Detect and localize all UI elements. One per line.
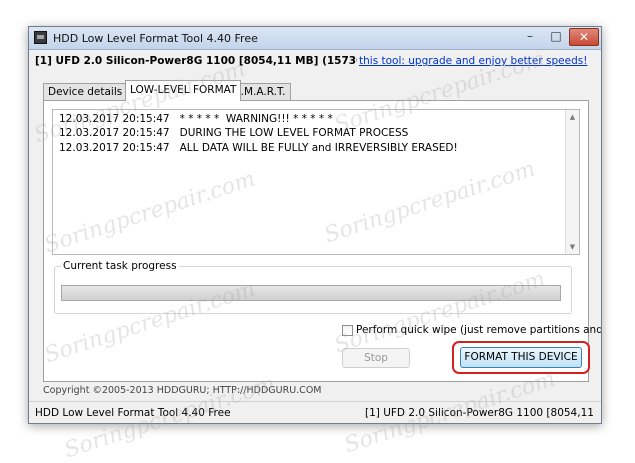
tab-low-level-format[interactable]: LOW-LEVEL FORMAT (125, 80, 242, 101)
status-app-name: HDD Low Level Format Tool 4.40 Free (35, 407, 231, 419)
log-line: 12.03.2017 20:15:47 DURING THE LOW LEVEL… (59, 127, 409, 140)
copyright-text: Copyright ©2005-2013 HDDGURU; HTTP://HDD… (43, 385, 322, 396)
scroll-up-icon[interactable]: ▲ (568, 112, 577, 122)
device-info: [1] UFD 2.0 Silicon-Power8G 1100 [8054,1… (35, 55, 595, 69)
upgrade-link[interactable]: this tool: upgrade and enjoy better spee… (357, 55, 588, 67)
quick-wipe-checkbox[interactable] (342, 325, 353, 336)
window-title: HDD Low Level Format Tool 4.40 Free (53, 32, 258, 45)
maximize-button[interactable]: □ (543, 28, 569, 46)
tab-device-details[interactable]: Device details (43, 83, 128, 100)
log-line: 12.03.2017 20:15:47 * * * * * WARNING!!!… (59, 113, 333, 125)
format-device-button[interactable]: FORMAT THIS DEVICE (460, 347, 582, 368)
progress-group: Current task progress (54, 260, 572, 314)
low-level-format-panel: 12.03.2017 20:15:47 * * * * * WARNING!!!… (43, 100, 601, 382)
app-window: HDD Low Level Format Tool 4.40 Free – □ … (28, 26, 602, 424)
hdd-icon (34, 31, 47, 44)
log-box[interactable]: 12.03.2017 20:15:47 * * * * * WARNING!!!… (52, 109, 580, 255)
log-scrollbar[interactable]: ▲ ▼ (565, 110, 579, 254)
status-bar: HDD Low Level Format Tool 4.40 Free [1] … (29, 401, 601, 423)
scroll-down-icon[interactable]: ▼ (568, 242, 577, 252)
log-line: 12.03.2017 20:15:47 ALL DATA WILL BE FUL… (59, 141, 458, 154)
progress-label: Current task progress (61, 260, 179, 272)
close-button[interactable]: ✕ (569, 28, 599, 46)
status-device: [1] UFD 2.0 Silicon-Power8G 1100 [8054,1… (365, 407, 597, 419)
minimize-button[interactable]: – (517, 28, 543, 46)
title-bar[interactable]: HDD Low Level Format Tool 4.40 Free – □ … (29, 27, 601, 50)
quick-wipe-label[interactable]: Perform quick wipe (just remove partitio… (356, 324, 601, 336)
stop-button[interactable]: Stop (342, 348, 410, 368)
progress-bar (61, 285, 561, 301)
